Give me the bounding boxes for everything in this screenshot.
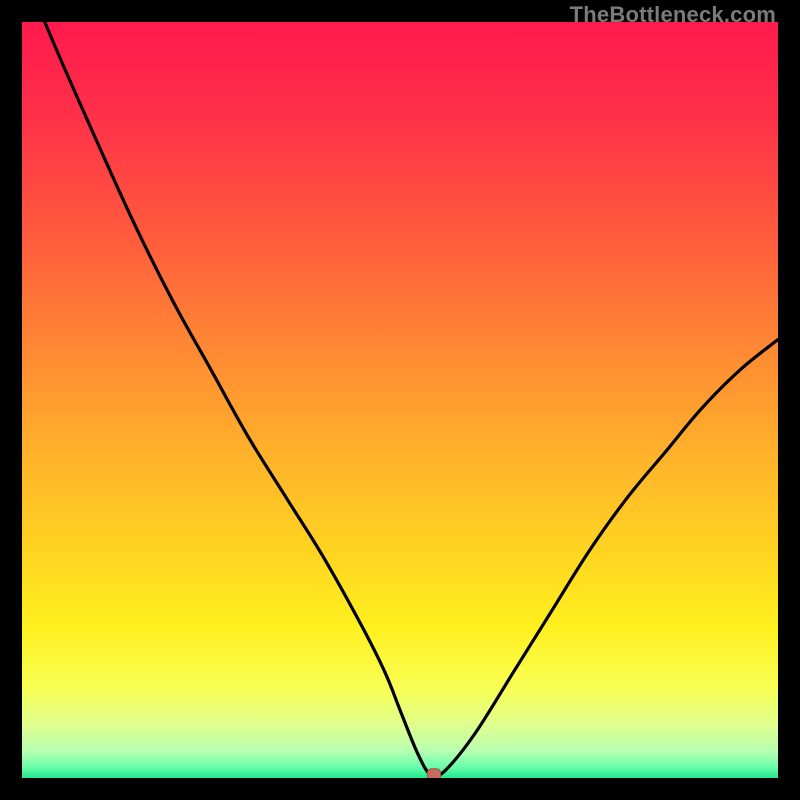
gradient-background — [22, 22, 778, 778]
optimal-point-marker — [428, 769, 441, 778]
bottleneck-chart — [22, 22, 778, 778]
chart-frame: TheBottleneck.com — [0, 0, 800, 800]
plot-area — [22, 22, 778, 778]
